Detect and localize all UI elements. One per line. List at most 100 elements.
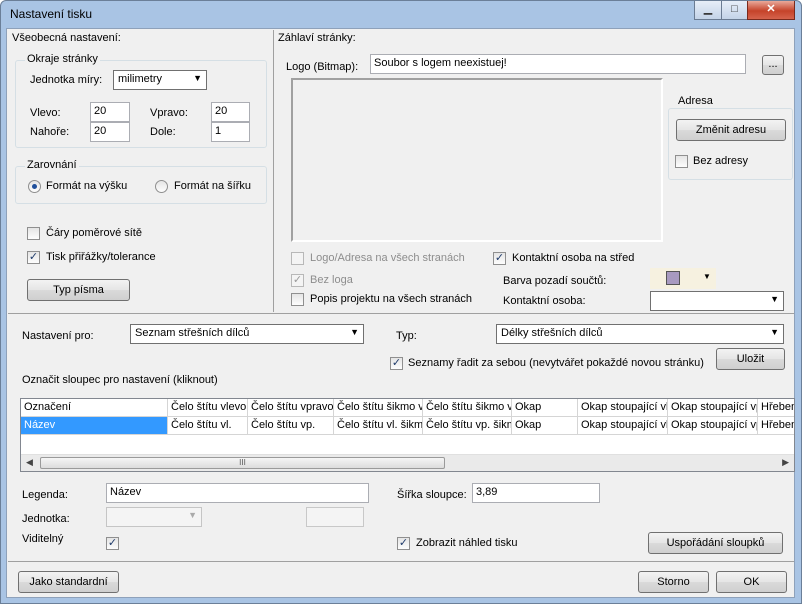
columns-table: Označení Čelo štítu vlevo Čelo štítu vpr…: [20, 398, 795, 472]
unit-label: Jednotka míry:: [30, 74, 103, 86]
browse-button[interactable]: ...: [762, 55, 784, 75]
print-preview-checkbox[interactable]: ✓: [397, 537, 410, 550]
print-tolerance-label: Tisk přiřážky/tolerance: [46, 251, 156, 263]
bottom-margin-label: Dole:: [150, 126, 176, 138]
contact-select[interactable]: ▼: [650, 291, 784, 311]
scrollbar-thumb[interactable]: III: [40, 457, 445, 469]
landscape-radio[interactable]: [155, 180, 168, 193]
column-header[interactable]: Čelo štítu vlevo: [168, 399, 248, 417]
cancel-button[interactable]: Storno: [638, 571, 709, 593]
type-value: Délky střešních dílců: [501, 327, 603, 339]
sequential-lists-checkbox[interactable]: ✓: [390, 357, 403, 370]
column-header[interactable]: Čelo štítu šikmo vpravo: [423, 399, 512, 417]
vertical-divider: [273, 30, 274, 312]
left-margin-input[interactable]: 20: [90, 102, 130, 122]
type-select[interactable]: Délky střešních dílců ▼: [496, 324, 784, 344]
settings-for-label: Nastavení pro:: [22, 330, 94, 342]
chevron-down-icon: ▼: [703, 272, 711, 281]
portrait-label: Formát na výšku: [46, 180, 128, 192]
minimize-button[interactable]: ▁: [694, 1, 722, 20]
column-unit-select[interactable]: ▼: [106, 507, 202, 527]
set-default-button[interactable]: Jako standardní: [18, 571, 119, 593]
column-unit-label: Jednotka:: [22, 513, 70, 525]
column-header[interactable]: Okap stoupající vpravo: [668, 399, 758, 417]
sum-bg-label: Barva pozadí součtů:: [503, 275, 607, 287]
table-cell[interactable]: Čelo štítu vp. šikmo: [423, 417, 512, 435]
column-header[interactable]: Hřeben: [758, 399, 794, 417]
landscape-label: Formát na šířku: [174, 180, 252, 192]
visible-label: Viditelný: [22, 533, 64, 545]
table-horizontal-scrollbar[interactable]: ◀ III ▶: [21, 454, 794, 471]
table-cell[interactable]: Okap: [512, 417, 578, 435]
column-header[interactable]: Okap: [512, 399, 578, 417]
print-preview-label: Zobrazit náhled tisku: [416, 537, 518, 549]
mark-column-label: Označit sloupec pro nastavení (kliknout): [22, 374, 218, 386]
margins-group-title: Okraje stránky: [25, 53, 100, 65]
logo-all-pages-checkbox[interactable]: [291, 252, 304, 265]
change-address-button[interactable]: Změnit adresu: [676, 119, 786, 141]
scroll-left-icon[interactable]: ◀: [26, 457, 33, 468]
horizontal-divider: [8, 313, 794, 314]
top-margin-input[interactable]: 20: [90, 122, 130, 142]
right-margin-input[interactable]: 20: [211, 102, 250, 122]
settings-for-select[interactable]: Seznam střešních dílců ▼: [130, 324, 364, 344]
unit-select[interactable]: milimetry ▼: [113, 70, 207, 90]
legend-label: Legenda:: [22, 489, 68, 501]
no-address-label: Bez adresy: [693, 155, 749, 167]
page-header-title: Záhlaví stránky:: [278, 32, 356, 44]
address-group-title: Adresa: [676, 95, 715, 107]
bottom-margin-input[interactable]: 1: [211, 122, 250, 142]
settings-for-value: Seznam střešních dílců: [135, 327, 250, 339]
contact-center-checkbox[interactable]: ✓: [493, 252, 506, 265]
no-address-checkbox[interactable]: [675, 155, 688, 168]
column-header[interactable]: Čelo štítu vpravo: [248, 399, 334, 417]
project-desc-label: Popis projektu na všech stranách: [310, 293, 473, 305]
logo-path-input[interactable]: Soubor s logem neexistuej!: [370, 54, 746, 74]
ok-button[interactable]: OK: [716, 571, 787, 593]
top-margin-label: Nahoře:: [30, 126, 70, 138]
contact-center-label: Kontaktní osoba na střed: [512, 252, 635, 264]
visible-checkbox[interactable]: ✓: [106, 537, 119, 550]
legend-input[interactable]: Název: [106, 483, 369, 503]
alignment-group-title: Zarovnání: [25, 159, 79, 171]
column-header[interactable]: Označení: [21, 399, 168, 417]
left-margin-label: Vlevo:: [30, 107, 61, 119]
sum-bg-color-swatch: [666, 271, 680, 285]
general-settings-title: Všeobecná nastavení:: [12, 32, 121, 44]
sum-bg-color-picker[interactable]: ▼: [650, 268, 716, 289]
grid-lines-label: Čáry poměrové sítě: [46, 227, 142, 239]
column-header[interactable]: Okap stoupající vlevo: [578, 399, 668, 417]
chevron-down-icon: ▼: [770, 294, 779, 304]
table-cell[interactable]: Okap stoupající vp.: [668, 417, 758, 435]
chevron-down-icon: ▼: [188, 510, 197, 520]
sequential-lists-label: Seznamy řadit za sebou (nevytvářet pokaž…: [408, 357, 704, 369]
table-cell[interactable]: Čelo štítu vl.: [168, 417, 248, 435]
window-title: Nastavení tisku: [10, 7, 93, 21]
table-cell[interactable]: Název: [21, 417, 168, 435]
contact-label: Kontaktní osoba:: [503, 295, 586, 307]
maximize-button[interactable]: □: [721, 1, 748, 20]
footer-divider: [8, 561, 794, 562]
column-header[interactable]: Čelo štítu šikmo vlevo: [334, 399, 423, 417]
font-button[interactable]: Typ písma: [27, 279, 130, 301]
close-button[interactable]: ✕: [747, 1, 795, 20]
project-desc-checkbox[interactable]: [291, 293, 304, 306]
chevron-down-icon: ▼: [193, 73, 202, 83]
type-label: Typ:: [396, 330, 417, 342]
column-width-input[interactable]: 3,89: [472, 483, 600, 503]
table-cell[interactable]: Hřeben: [758, 417, 794, 435]
column-unit-extra-input[interactable]: [306, 507, 364, 527]
portrait-radio[interactable]: [28, 180, 41, 193]
no-logo-label: Bez loga: [310, 274, 353, 286]
table-cell[interactable]: Okap stoupající vl.: [578, 417, 668, 435]
unit-select-value: milimetry: [118, 73, 162, 85]
arrange-columns-button[interactable]: Uspořádání sloupků: [648, 532, 783, 554]
table-cell[interactable]: Čelo štítu vl. šikmo: [334, 417, 423, 435]
no-logo-checkbox[interactable]: ✓: [291, 274, 304, 287]
grid-lines-checkbox[interactable]: [27, 227, 40, 240]
save-button[interactable]: Uložit: [716, 348, 785, 370]
chevron-down-icon: ▼: [350, 327, 359, 337]
scroll-right-icon[interactable]: ▶: [782, 457, 789, 468]
table-cell[interactable]: Čelo štítu vp.: [248, 417, 334, 435]
print-tolerance-checkbox[interactable]: ✓: [27, 251, 40, 264]
